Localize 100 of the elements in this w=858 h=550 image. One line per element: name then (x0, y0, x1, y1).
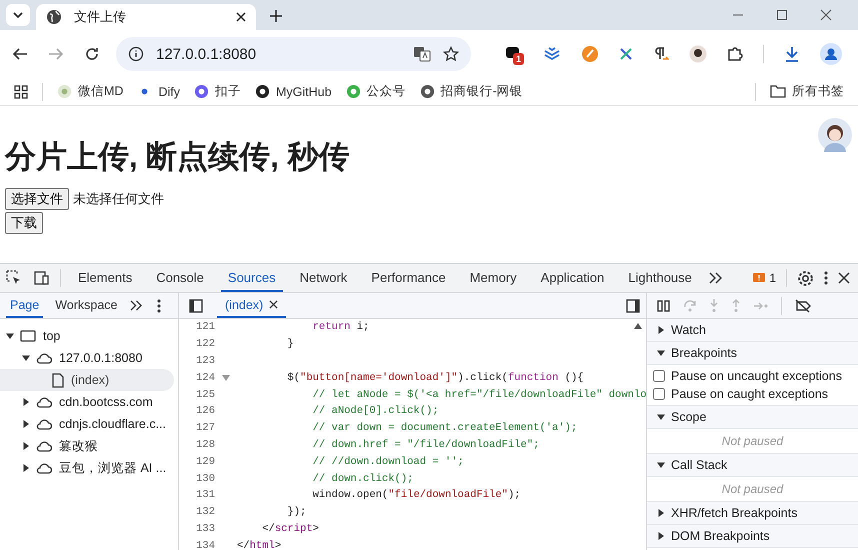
tab-search-button[interactable] (6, 4, 30, 26)
section-header[interactable]: Watch (647, 319, 858, 342)
editor-tab[interactable]: (index) (217, 293, 286, 318)
all-bookmarks-folder[interactable]: 所有书签 (770, 83, 844, 100)
tree-item[interactable]: top (0, 325, 174, 347)
line-number: 121 (195, 321, 215, 334)
checkbox-option[interactable]: Pause on caught exceptions (647, 385, 858, 403)
code-line: // //down.download = ''; (312, 456, 464, 468)
back-icon[interactable] (12, 46, 28, 62)
devtools-tab[interactable]: Console (149, 264, 211, 292)
more-tabs-icon[interactable] (130, 300, 142, 311)
devtools-tab[interactable]: Application (534, 264, 612, 292)
notification-badge: 1 (513, 53, 524, 65)
expanded-arrow-icon[interactable] (657, 413, 665, 421)
close-icon[interactable] (838, 272, 850, 284)
bookmark-favicon-icon (57, 84, 72, 99)
bookmark[interactable]: Dify (137, 84, 180, 99)
expanded-arrow-icon[interactable] (657, 349, 665, 357)
scroll-up-icon[interactable] (634, 323, 642, 329)
issues-counter[interactable]: 1 (753, 271, 776, 285)
more-options-icon[interactable] (824, 271, 828, 285)
close-icon[interactable] (269, 300, 278, 309)
settings-icon[interactable] (797, 270, 814, 286)
collapsed-arrow-icon[interactable] (22, 420, 30, 428)
more-options-icon[interactable] (156, 298, 160, 312)
section-header[interactable]: DOM Breakpoints (647, 525, 858, 548)
globe-icon (46, 9, 62, 25)
code-line: // down.click(); (312, 472, 414, 485)
inspect-icon[interactable] (6, 270, 22, 286)
browser-tab[interactable]: 文件上传 (36, 4, 256, 30)
collapsed-arrow-icon[interactable] (22, 464, 30, 472)
navigator-tab[interactable]: Page (6, 293, 44, 318)
toggle-debugger-icon[interactable] (626, 298, 640, 312)
expanded-arrow-icon[interactable] (22, 354, 30, 362)
apps-icon[interactable] (14, 84, 28, 98)
close-icon[interactable] (236, 12, 246, 22)
checkbox[interactable] (653, 388, 665, 400)
tree-item[interactable]: cdnjs.cloudflare.c... (0, 413, 174, 435)
checkbox-option[interactable]: Pause on uncaught exceptions (647, 367, 858, 385)
devtools-tab[interactable]: Memory (462, 264, 524, 292)
more-tabs-icon[interactable] (708, 272, 723, 284)
tree-item[interactable]: (index) (0, 369, 174, 391)
reload-icon[interactable] (84, 46, 100, 62)
code-line: $("button[name='download']").click(function (){ (286, 372, 584, 384)
avatar-icon[interactable] (818, 118, 852, 152)
new-tab-icon[interactable] (270, 10, 282, 22)
avatar-icon[interactable] (689, 45, 707, 63)
expanded-arrow-icon[interactable] (6, 332, 14, 340)
device-icon[interactable] (32, 270, 50, 286)
layers-icon[interactable] (543, 46, 561, 62)
bookmark[interactable]: 微信MD (57, 83, 124, 100)
section-header[interactable]: Call Stack (647, 454, 858, 477)
bookmark[interactable]: MyGitHub (254, 84, 332, 99)
section-header[interactable]: XHR/fetch Breakpoints (647, 502, 858, 525)
not-paused-message: Not paused (722, 482, 784, 496)
bookmark-favicon-icon (194, 84, 209, 99)
pause-icon[interactable] (657, 300, 671, 312)
deactivate-breakpoints-icon[interactable] (794, 298, 812, 312)
close-window-icon[interactable] (820, 9, 832, 21)
bookmark[interactable]: 招商银行-网银 (420, 83, 523, 100)
profile-icon[interactable] (820, 43, 842, 65)
checkbox[interactable] (653, 370, 665, 382)
toggle-navigator-icon[interactable] (189, 298, 203, 312)
tree-item[interactable]: 豆包，浏览器 AI ... (0, 457, 174, 479)
bookmark[interactable]: 扣子 (194, 83, 241, 100)
devtools-tab[interactable]: Elements (71, 264, 140, 292)
collapsed-arrow-icon[interactable] (657, 532, 665, 540)
x-icon[interactable] (619, 47, 633, 61)
folder-icon (770, 85, 786, 98)
line-number: 124 (195, 372, 215, 384)
choose-file-button[interactable]: 选择文件 (5, 188, 69, 210)
translate-icon[interactable] (413, 46, 431, 62)
download-icon[interactable] (784, 46, 800, 62)
devtools-tab[interactable]: Network (292, 264, 354, 292)
code-line: } (286, 338, 294, 350)
devtools-tab[interactable]: Lighthouse (621, 264, 699, 292)
tree-item[interactable]: cdn.bootcss.com (0, 391, 174, 413)
address-bar[interactable]: 127.0.0.1:8080 (116, 37, 471, 71)
bookmark[interactable]: 公众号 (346, 83, 406, 100)
section-header[interactable]: Breakpoints (647, 342, 858, 365)
star-icon[interactable] (443, 46, 459, 62)
devtools-tab[interactable]: Performance (364, 264, 453, 292)
download-button[interactable]: 下载 (5, 212, 43, 234)
navigator-tab[interactable]: Workspace (51, 293, 122, 318)
code-line: // var down = document.createElement('a'); (312, 422, 578, 434)
expanded-arrow-icon[interactable] (657, 461, 665, 469)
collapsed-arrow-icon[interactable] (657, 326, 665, 334)
fold-arrow-icon[interactable] (222, 374, 230, 381)
code-line: </script> (261, 522, 319, 535)
code-line: </html> (237, 540, 282, 550)
maximize-icon[interactable] (776, 9, 788, 21)
collapsed-arrow-icon[interactable] (657, 509, 665, 517)
puzzle-icon[interactable] (727, 46, 743, 62)
pilcrow-icon[interactable] (653, 46, 669, 62)
tree-item[interactable]: 篡改猴 (0, 435, 174, 457)
collapsed-arrow-icon[interactable] (22, 442, 30, 450)
collapsed-arrow-icon[interactable] (22, 398, 30, 406)
section-header[interactable]: Scope (647, 406, 858, 429)
line-number: 130 (195, 472, 215, 485)
tree-item[interactable]: 127.0.0.1:8080 (0, 347, 174, 369)
